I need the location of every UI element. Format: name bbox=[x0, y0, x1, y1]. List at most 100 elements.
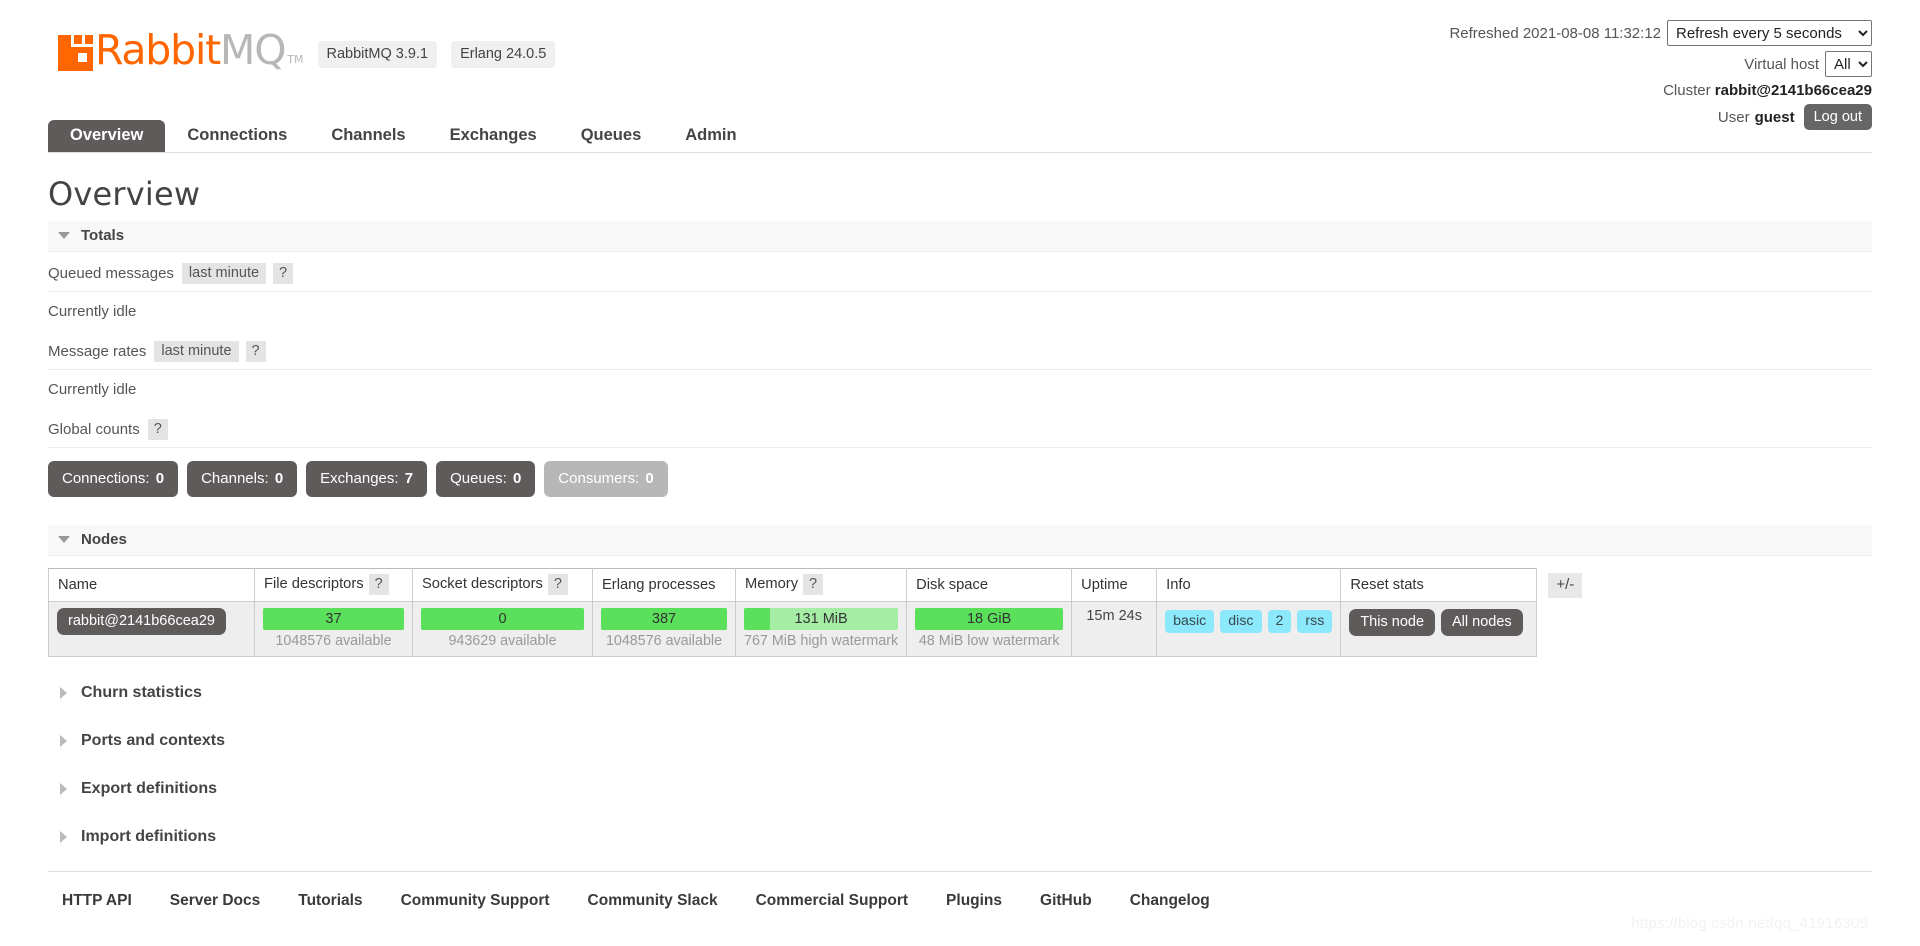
file-descriptors-help-icon[interactable]: ? bbox=[368, 574, 389, 595]
tab-connections[interactable]: Connections bbox=[165, 120, 309, 152]
count-badge-connections[interactable]: Connections: 0 bbox=[48, 461, 179, 497]
col-erlang-processes: Erlang processes bbox=[592, 568, 736, 602]
message-rates-status: Currently idle bbox=[48, 381, 137, 398]
cell-reset-stats: This node All nodes bbox=[1340, 601, 1538, 657]
tab-exchanges[interactable]: Exchanges bbox=[428, 120, 559, 152]
socket-descriptors-help-icon[interactable]: ? bbox=[547, 574, 568, 595]
message-rates-period-chip[interactable]: last minute bbox=[154, 341, 239, 362]
chevron-right-icon bbox=[60, 687, 67, 699]
col-socket-descriptors-label: Socket descriptors bbox=[422, 576, 543, 592]
rabbitmq-management-page: Rabbit MQ TM RabbitMQ 3.9.1 Erlang 24.0.5… bbox=[0, 0, 1920, 946]
message-rates-help-icon[interactable]: ? bbox=[245, 341, 266, 362]
queued-messages-status: Currently idle bbox=[48, 303, 137, 320]
section-import-definitions-label: Import definitions bbox=[81, 828, 217, 845]
socket-descriptors-value: 0 bbox=[498, 611, 507, 627]
brand-logo-area[interactable]: Rabbit MQ TM RabbitMQ 3.9.1 Erlang 24.0.5 bbox=[58, 30, 556, 71]
toggle-columns-button[interactable]: +/- bbox=[1548, 573, 1583, 598]
nodes-section-header[interactable]: Nodes bbox=[48, 525, 1872, 556]
footer-link-tutorials[interactable]: Tutorials bbox=[298, 892, 362, 910]
erlang-processes-value: 387 bbox=[651, 611, 677, 627]
count-badge-exchanges[interactable]: Exchanges: 7 bbox=[306, 461, 428, 497]
nodes-table-header-row: Name File descriptors? Socket descriptor… bbox=[48, 568, 1538, 602]
col-socket-descriptors: Socket descriptors? bbox=[412, 568, 593, 602]
section-export-definitions-label: Export definitions bbox=[81, 780, 217, 797]
rabbitmq-version-badge: RabbitMQ 3.9.1 bbox=[317, 41, 438, 68]
file-descriptors-bar: 37 bbox=[263, 608, 404, 630]
count-badge-queues[interactable]: Queues: 0 bbox=[436, 461, 536, 497]
section-ports-and-contexts[interactable]: Ports and contexts bbox=[48, 717, 1872, 765]
queued-messages-period-chip[interactable]: last minute bbox=[181, 263, 267, 284]
memory-help-icon[interactable]: ? bbox=[803, 574, 824, 595]
info-tag-count[interactable]: 2 bbox=[1267, 610, 1292, 633]
global-counts-row: Global counts ? bbox=[48, 408, 1872, 448]
count-badge-consumers-label: Consumers bbox=[558, 470, 635, 487]
erlang-version-badge: Erlang 24.0.5 bbox=[451, 41, 556, 68]
footer-link-http-api[interactable]: HTTP API bbox=[62, 892, 132, 910]
logo-trademark: TM bbox=[287, 53, 304, 66]
count-badge-channels-value: 0 bbox=[274, 470, 284, 487]
section-churn-statistics[interactable]: Churn statistics bbox=[48, 669, 1872, 717]
nodes-section-label: Nodes bbox=[81, 531, 127, 548]
table-row: rabbit@2141b66cea29 37 1048576 available bbox=[48, 601, 1538, 657]
refresh-interval-select[interactable]: Refresh every 5 seconds Refresh every 10… bbox=[1667, 20, 1872, 46]
cell-disk-space: 18 GiB 48 MiB low watermark bbox=[906, 601, 1073, 657]
col-info: Info bbox=[1156, 568, 1342, 602]
main-navigation: Overview Connections Channels Exchanges … bbox=[48, 120, 1872, 153]
cluster-label: Cluster bbox=[1663, 82, 1711, 99]
cell-file-descriptors: 37 1048576 available bbox=[254, 601, 413, 657]
info-tag-basic[interactable]: basic bbox=[1165, 610, 1215, 633]
page-header: Rabbit MQ TM RabbitMQ 3.9.1 Erlang 24.0.5… bbox=[0, 0, 1920, 130]
section-churn-statistics-label: Churn statistics bbox=[81, 684, 202, 701]
erlang-processes-sub: 1048576 available bbox=[605, 633, 723, 649]
totals-section-label: Totals bbox=[81, 227, 125, 244]
count-badge-consumers-value: 0 bbox=[645, 470, 654, 487]
refreshed-timestamp: Refreshed 2021-08-08 11:32:12 bbox=[1449, 24, 1661, 42]
tab-channels[interactable]: Channels bbox=[309, 120, 427, 152]
tab-admin[interactable]: Admin bbox=[663, 120, 758, 152]
cell-memory: 131 MiB 767 MiB high watermark bbox=[734, 601, 908, 657]
info-tag-rss[interactable]: rss bbox=[1297, 610, 1333, 633]
col-memory-label: Memory bbox=[745, 576, 799, 592]
header-status-block: Refreshed 2021-08-08 11:32:12 Refresh ev… bbox=[1449, 20, 1872, 130]
reset-all-nodes-button[interactable]: All nodes bbox=[1441, 609, 1523, 636]
queued-messages-label: Queued messages bbox=[48, 265, 174, 282]
tab-overview[interactable]: Overview bbox=[48, 120, 166, 152]
footer-link-community-slack[interactable]: Community Slack bbox=[588, 892, 718, 910]
count-badge-queues-value: 0 bbox=[512, 470, 522, 487]
cell-node-name: rabbit@2141b66cea29 bbox=[48, 601, 255, 657]
cluster-row: Cluster rabbit@2141b66cea29 bbox=[1449, 82, 1872, 99]
totals-section-header[interactable]: Totals bbox=[48, 221, 1872, 252]
cell-erlang-processes: 387 1048576 available bbox=[592, 601, 736, 657]
vhost-label: Virtual host bbox=[1744, 55, 1819, 73]
node-name-pill[interactable]: rabbit@2141b66cea29 bbox=[57, 608, 226, 635]
chevron-right-icon bbox=[60, 831, 67, 843]
main-content: Overview Totals Queued messages last min… bbox=[0, 175, 1920, 861]
cell-uptime: 15m 24s bbox=[1071, 601, 1158, 657]
footer-link-server-docs[interactable]: Server Docs bbox=[170, 892, 260, 910]
vhost-select[interactable]: All / bbox=[1825, 51, 1872, 77]
global-counts-help-icon[interactable]: ? bbox=[147, 419, 168, 440]
watermark-text: https://blog.csdn.net/qq_41916305 bbox=[1631, 915, 1868, 932]
queued-messages-help-icon[interactable]: ? bbox=[273, 263, 294, 284]
tab-queues[interactable]: Queues bbox=[559, 120, 664, 152]
rabbitmq-logo-icon bbox=[58, 31, 93, 71]
footer-link-github[interactable]: GitHub bbox=[1040, 892, 1092, 910]
disk-space-sub: 48 MiB low watermark bbox=[918, 633, 1060, 649]
chevron-right-icon bbox=[60, 783, 67, 795]
socket-descriptors-sub: 943629 available bbox=[448, 633, 557, 649]
count-badge-channels[interactable]: Channels: 0 bbox=[187, 461, 298, 497]
message-rates-label: Message rates bbox=[48, 343, 147, 360]
section-import-definitions[interactable]: Import definitions bbox=[48, 813, 1872, 861]
footer-link-plugins[interactable]: Plugins bbox=[946, 892, 1002, 910]
reset-stats-buttons: This node All nodes bbox=[1349, 608, 1528, 636]
footer-link-commercial-support[interactable]: Commercial Support bbox=[756, 892, 908, 910]
footer-link-community-support[interactable]: Community Support bbox=[401, 892, 550, 910]
chevron-down-icon bbox=[58, 536, 70, 543]
reset-this-node-button[interactable]: This node bbox=[1349, 609, 1436, 636]
count-badge-exchanges-value: 7 bbox=[404, 470, 414, 487]
footer-link-changelog[interactable]: Changelog bbox=[1130, 892, 1210, 910]
info-tag-disc[interactable]: disc bbox=[1220, 610, 1262, 633]
section-export-definitions[interactable]: Export definitions bbox=[48, 765, 1872, 813]
chevron-right-icon bbox=[60, 735, 67, 747]
disk-space-bar: 18 GiB bbox=[915, 608, 1064, 630]
